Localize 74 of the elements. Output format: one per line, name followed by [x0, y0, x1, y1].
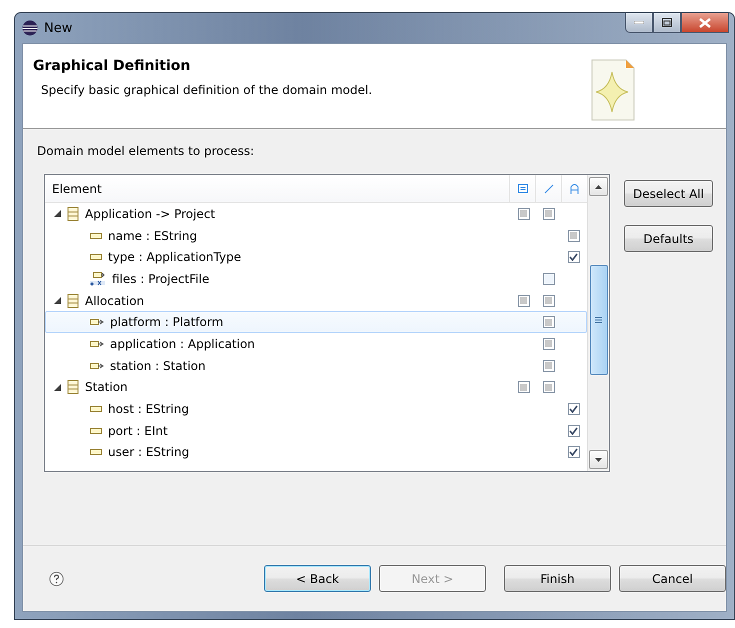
- class-icon: [67, 206, 79, 221]
- class-icon: [67, 294, 79, 308]
- reference-icon: [90, 362, 104, 370]
- tree-item-label: host : EString: [108, 402, 189, 416]
- wizard-button[interactable]: Cancel: [619, 565, 726, 592]
- up-arrow-icon: [595, 184, 602, 188]
- close-icon: [699, 18, 711, 28]
- reference-many-icon: [90, 272, 106, 286]
- checkbox[interactable]: [542, 208, 554, 220]
- tree-item-label: Station: [85, 380, 128, 394]
- side-button[interactable]: Deselect All: [624, 180, 713, 207]
- close-button[interactable]: [681, 13, 729, 33]
- checkbox[interactable]: [542, 381, 554, 394]
- checkbox[interactable]: [568, 230, 580, 242]
- checkbox[interactable]: [518, 294, 530, 307]
- expanded-arrow-icon[interactable]: [54, 297, 61, 304]
- scroll-down-button[interactable]: [589, 450, 608, 469]
- tree-item-label: station : Station: [110, 358, 206, 373]
- prompt-label: Domain model elements to process:: [37, 144, 256, 158]
- expanded-arrow-icon[interactable]: [54, 384, 61, 391]
- tree-row[interactable]: station : Station: [45, 354, 587, 376]
- maximize-icon: [662, 18, 672, 27]
- minimize-button[interactable]: [625, 13, 653, 33]
- side-button[interactable]: Defaults: [624, 225, 713, 252]
- wizard-button[interactable]: Finish: [504, 565, 611, 592]
- tree-item-label: user : EString: [108, 445, 190, 460]
- scroll-up-button[interactable]: [589, 177, 608, 196]
- checkbox[interactable]: [518, 208, 530, 220]
- reference-icon: [90, 318, 104, 326]
- tree-row[interactable]: Application -> Project: [45, 203, 587, 225]
- tree-row[interactable]: files : ProjectFile: [45, 268, 587, 290]
- tree-row[interactable]: Allocation: [45, 290, 587, 312]
- checkbox[interactable]: [542, 294, 554, 307]
- down-arrow-icon: [595, 458, 602, 462]
- tree-row[interactable]: Station: [45, 376, 587, 398]
- tree-row[interactable]: host : EString: [45, 398, 587, 420]
- window-title: New: [44, 20, 72, 36]
- checkbox[interactable]: [542, 338, 554, 350]
- minimize-icon: [634, 21, 644, 24]
- reference-icon: [90, 340, 104, 348]
- attribute-icon: [90, 448, 102, 456]
- tree-row[interactable]: port : EInt: [45, 420, 587, 442]
- page-title: Graphical Definition: [33, 58, 192, 74]
- class-icon: [67, 380, 79, 394]
- attribute-icon: [90, 426, 102, 435]
- tree-row[interactable]: type : ApplicationType: [45, 246, 587, 268]
- attribute-icon: [90, 232, 102, 240]
- attribute-icon: [90, 405, 102, 414]
- checkbox[interactable]: [542, 360, 554, 372]
- scroll-thumb[interactable]: [590, 265, 608, 375]
- tree-item-label: port : EInt: [108, 424, 168, 438]
- checkbox[interactable]: [518, 381, 530, 394]
- tree-item-label: type : ApplicationType: [108, 250, 242, 264]
- tree-item-label: files : ProjectFile: [112, 272, 210, 286]
- app-icon: [22, 20, 38, 36]
- label-column-icon[interactable]: [570, 183, 579, 194]
- expanded-arrow-icon[interactable]: [54, 210, 61, 218]
- tree-item-label: platform : Platform: [110, 315, 224, 330]
- wizard-button[interactable]: < Back: [264, 565, 371, 592]
- tree-item-label: application : Application: [110, 336, 255, 351]
- tree-item-label: Allocation: [85, 294, 144, 308]
- link-column-icon[interactable]: [544, 184, 554, 194]
- attribute-icon: [90, 253, 102, 262]
- tree-item-label: Application -> Project: [85, 206, 216, 221]
- scrollbar[interactable]: [587, 175, 609, 471]
- checkbox[interactable]: [542, 316, 554, 328]
- maximize-button[interactable]: [653, 13, 681, 33]
- tree-row[interactable]: user : EString: [45, 442, 587, 464]
- tree-row[interactable]: application : Application: [45, 333, 587, 355]
- tree-item-label: name : EString: [108, 228, 198, 243]
- node-column-icon[interactable]: [518, 184, 528, 193]
- tree-row[interactable]: name : EString: [45, 224, 587, 246]
- page-description: Specify basic graphical definition of the domain model.: [40, 83, 372, 97]
- tree-row[interactable]: platform : Platform: [45, 311, 587, 334]
